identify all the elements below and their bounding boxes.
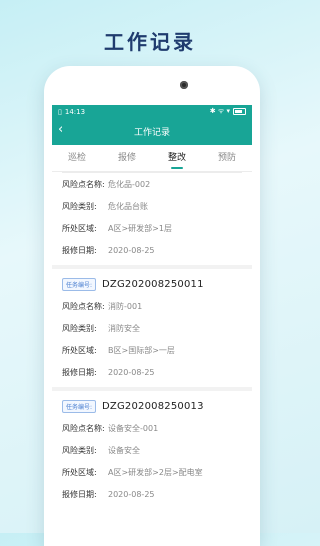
sim-icon: ▯	[58, 107, 62, 116]
record-card[interactable]: 风险点名称: 危化品-002 风险类别: 危化品台账 所处区域: A区>研发部>…	[52, 173, 252, 261]
camera-icon	[180, 81, 188, 89]
page-headline: 工作记录	[104, 30, 196, 54]
task-code: DZG202008250011	[102, 278, 204, 290]
field-risk-type: 风险类别: 危化品台账	[62, 201, 148, 211]
tab-bar: 巡检 报修 整改 预防	[52, 145, 252, 172]
field-area: 所处区域: A区>研发部>1层	[62, 223, 172, 233]
status-time: 14:13	[64, 107, 86, 116]
field-date: 报修日期: 2020-08-25	[62, 367, 155, 377]
field-date: 报修日期: 2020-08-25	[62, 245, 155, 255]
signal-icons: ✱ ᯤ ▾	[209, 107, 230, 115]
field-area: 所处区域: B区>国际部>一层	[62, 345, 175, 355]
task-tag-badge: 任务编号:	[62, 277, 97, 291]
battery-icon	[233, 108, 246, 115]
record-card[interactable]: 任务编号: DZG202008250011 风险点名称: 消防-001 风险类别…	[52, 269, 252, 383]
phone-frame: ▯ 14:13 ✱ ᯤ ▾ ‹ 工作记录 巡检 报修 整改 预防 风险点名称: …	[44, 66, 260, 546]
field-risk-type: 风险类别: 消防安全	[62, 323, 140, 333]
tab-inspection[interactable]: 巡检	[52, 145, 102, 171]
status-bar: ▯ 14:13 ✱ ᯤ ▾	[52, 105, 252, 118]
field-risk-name: 风险点名称: 危化品-002	[62, 179, 151, 189]
tab-repair[interactable]: 报修	[102, 145, 152, 171]
task-code: DZG202008250013	[102, 400, 204, 412]
field-risk-type: 风险类别: 设备安全	[62, 445, 140, 455]
task-code-row: 任务编号: DZG202008250013	[62, 395, 242, 417]
field-date: 报修日期: 2020-08-25	[62, 489, 155, 499]
tab-prevention[interactable]: 预防	[202, 145, 252, 171]
field-risk-name: 风险点名称: 消防-001	[62, 301, 143, 311]
task-tag-badge: 任务编号:	[62, 399, 97, 413]
app-screen: ▯ 14:13 ✱ ᯤ ▾ ‹ 工作记录 巡检 报修 整改 预防 风险点名称: …	[52, 105, 252, 546]
back-arrow-icon[interactable]: ‹	[58, 123, 63, 137]
nav-bar: ‹ 工作记录	[52, 118, 252, 145]
field-area: 所处区域: A区>研发部>2层>配电室	[62, 467, 203, 477]
field-risk-name: 风险点名称: 设备安全-001	[62, 423, 159, 433]
task-code-row: 任务编号: DZG202008250011	[62, 273, 242, 295]
tab-rectification[interactable]: 整改	[152, 145, 202, 171]
record-card[interactable]: 任务编号: DZG202008250013 风险点名称: 设备安全-001 风险…	[52, 391, 252, 505]
nav-title: 工作记录	[133, 128, 170, 138]
